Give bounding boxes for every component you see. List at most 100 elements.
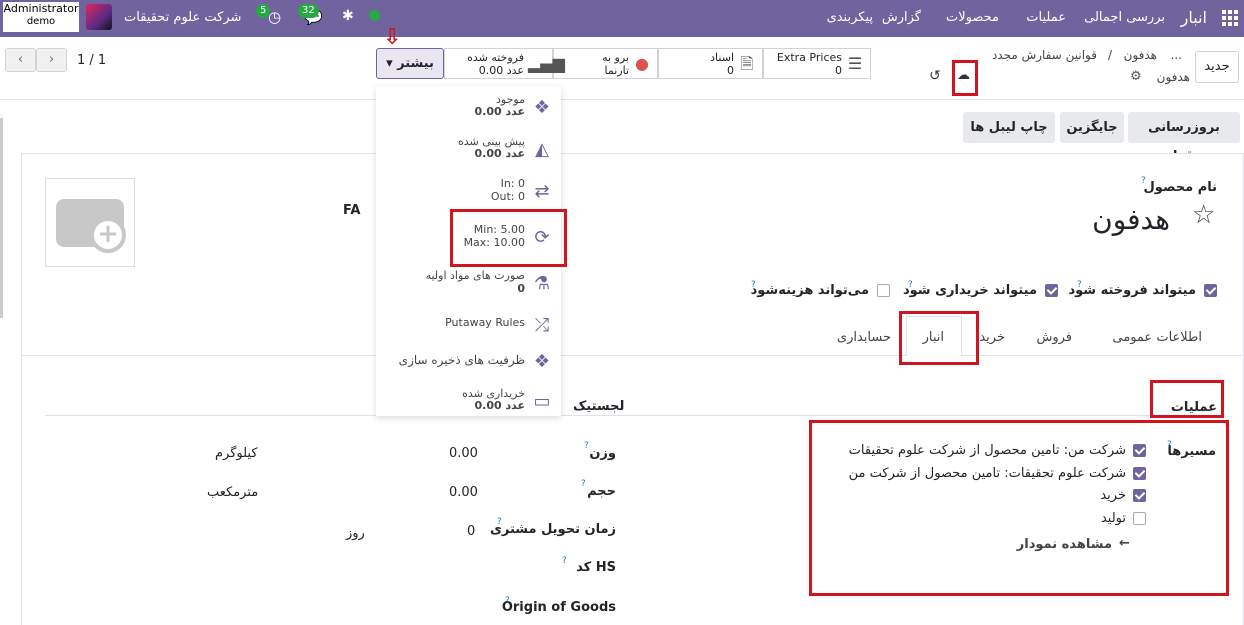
favorite-star-icon[interactable]: ☆: [1192, 200, 1215, 230]
product-name-field[interactable]: هدفون: [1092, 203, 1170, 236]
scrollbar[interactable]: [0, 118, 3, 318]
dropdown-value: 0.00 عدد: [474, 105, 526, 118]
new-button[interactable]: جدید: [1195, 51, 1239, 83]
dropdown-label: صورت های مواد اولیه: [425, 269, 525, 282]
language-code[interactable]: FA: [343, 203, 360, 218]
user-avatar[interactable]: [86, 4, 112, 30]
highlight-routes: [809, 420, 1229, 596]
exchange-icon: ⇄: [534, 181, 550, 202]
can-be-purchased-label: میتواند خریداری شود: [902, 283, 1037, 298]
dropdown-label: Putaway Rules: [445, 316, 525, 329]
highlight-inventory-tab: [899, 311, 979, 365]
highlight-min-max: [450, 209, 567, 267]
stat-website[interactable]: برو به تارنما ●: [553, 48, 658, 79]
breadcrumb-more[interactable]: ...: [1171, 48, 1182, 62]
user-name: Administrator: [3, 2, 79, 15]
help-icon[interactable]: ?: [584, 441, 589, 451]
discard-icon[interactable]: ↺: [929, 68, 941, 84]
can-be-expensed-label: می‌تواند هزینه‌شود: [750, 283, 869, 298]
help-icon[interactable]: ?: [1077, 280, 1082, 290]
replenish-button[interactable]: جایگزین: [1060, 112, 1124, 143]
dropdown-value: Out: 0: [490, 190, 525, 203]
stat-sold[interactable]: فروخته شده 0.00 عدد ▂▄▆: [444, 48, 565, 79]
pager-next-button[interactable]: ›: [36, 48, 67, 72]
tab-general-info[interactable]: اطلاعات عمومی: [1112, 320, 1202, 356]
dropdown-label: ظرفیت های ذخیره سازی: [398, 353, 525, 367]
more-button[interactable]: ▾ بیشتر: [376, 48, 444, 79]
status-dot: [369, 10, 380, 21]
flask-icon: ⚗: [533, 273, 551, 294]
menu-overview[interactable]: بررسی اجمالی: [1084, 10, 1165, 25]
cubes-icon: ❖: [533, 351, 551, 372]
stat-value: تارنما: [604, 64, 630, 77]
db-name: demo: [26, 16, 56, 27]
help-icon[interactable]: ?: [505, 596, 510, 606]
caret-down-icon: ▾: [386, 56, 393, 71]
pager-value[interactable]: 1 / 1: [77, 53, 106, 68]
stat-label: فروخته شده: [467, 51, 524, 64]
apps-menu-icon[interactable]: [1222, 10, 1238, 26]
can-be-sold-label: میتواند فروخته شود: [1068, 283, 1196, 298]
logistics-title: لجستیک: [573, 399, 625, 414]
tab-purchase[interactable]: خرید: [979, 320, 1005, 356]
dropdown-item-putaway[interactable]: Putaway Rules ⤮: [376, 310, 561, 346]
product-name-label: نام محصول: [1143, 180, 1217, 195]
gear-icon[interactable]: ⚙: [1130, 69, 1142, 84]
origin-of-goods-label: Origin of Goods: [501, 600, 616, 615]
more-label: بیشتر: [397, 56, 434, 71]
user-menu[interactable]: Administrator demo: [3, 2, 79, 32]
volume-unit: مترمکعب: [207, 485, 259, 500]
stat-label: اسناد: [710, 51, 734, 64]
tab-sales[interactable]: فروش: [1036, 320, 1072, 356]
weight-label: وزن: [589, 446, 616, 461]
pager-prev-button[interactable]: ‹: [5, 48, 36, 72]
company-switcher[interactable]: شرکت علوم تحقیقات: [124, 10, 241, 25]
dropdown-value: 0.00 عدد: [474, 399, 526, 412]
menu-operations[interactable]: عملیات: [1026, 10, 1066, 25]
dropdown-item-forecasted[interactable]: پیش بینی شده 0.00 عدد ◭: [376, 134, 561, 170]
can-be-expensed-checkbox[interactable]: [877, 284, 890, 297]
menu-products[interactable]: محصولات: [946, 10, 999, 25]
help-icon[interactable]: ?: [562, 556, 567, 566]
lead-time-label: زمان تحویل مشتری: [489, 522, 616, 537]
bar-chart-icon: ▂▄▆: [528, 54, 565, 73]
breadcrumb-reordering-rules[interactable]: قوانین سفارش مجدد: [992, 48, 1097, 62]
dropdown-item-bom[interactable]: صورت های مواد اولیه 0 ⚗: [376, 268, 561, 304]
can-be-purchased-checkbox[interactable]: [1045, 284, 1058, 297]
weight-value[interactable]: 0.00: [449, 446, 478, 461]
app-name[interactable]: انبار: [1181, 8, 1207, 27]
update-quantity-button[interactable]: بروزرسانی مقدار: [1128, 112, 1240, 164]
print-labels-button[interactable]: چاپ لیبل ها: [963, 112, 1055, 143]
breadcrumb-product[interactable]: هدفون: [1124, 48, 1157, 62]
tab-accounting[interactable]: حسابداری: [837, 320, 891, 356]
dropdown-item-purchased[interactable]: خریداری شده 0.00 عدد ▭: [376, 386, 561, 422]
dropdown-item-in-out[interactable]: In: 0 Out: 0 ⇄: [376, 176, 561, 212]
hs-code-label: کد HS: [576, 560, 616, 575]
top-navbar: انبار بررسی اجمالی عملیات محصولات گزارش …: [0, 0, 1244, 37]
dropdown-item-storage-capacity[interactable]: ظرفیت های ذخیره سازی ❖: [376, 346, 561, 382]
volume-value[interactable]: 0.00: [449, 485, 478, 500]
dropdown-value: 0.00 عدد: [474, 147, 526, 160]
credit-card-icon: ▭: [533, 391, 551, 412]
dropdown-value: 0: [517, 282, 525, 295]
red-arrow-down-icon: ⇩: [383, 25, 402, 50]
record-title: هدفون: [1156, 70, 1190, 84]
document-icon: 🗎: [740, 54, 754, 73]
messages-badge: 32: [298, 4, 319, 18]
product-image[interactable]: +: [45, 178, 135, 267]
weight-unit: کیلوگرم: [215, 446, 258, 461]
dropdown-item-on-hand[interactable]: موجود 0.00 عدد ❖: [376, 92, 561, 128]
stat-value: 0: [835, 64, 842, 77]
bug-icon[interactable]: ✱: [342, 8, 354, 24]
menu-configuration[interactable]: پیکربندی: [827, 10, 873, 25]
help-icon[interactable]: ?: [1141, 176, 1146, 186]
can-be-sold-checkbox[interactable]: [1204, 284, 1217, 297]
lead-time-value[interactable]: 0: [467, 524, 475, 539]
help-icon[interactable]: ?: [751, 280, 756, 290]
menu-reporting[interactable]: گزارش: [882, 10, 921, 25]
help-icon[interactable]: ?: [581, 479, 586, 489]
stat-extra-prices[interactable]: Extra Prices 0 ☰: [763, 48, 871, 79]
help-icon[interactable]: ?: [908, 280, 913, 290]
help-icon[interactable]: ?: [497, 517, 502, 527]
stat-documents[interactable]: اسناد 0 🗎: [658, 48, 763, 79]
